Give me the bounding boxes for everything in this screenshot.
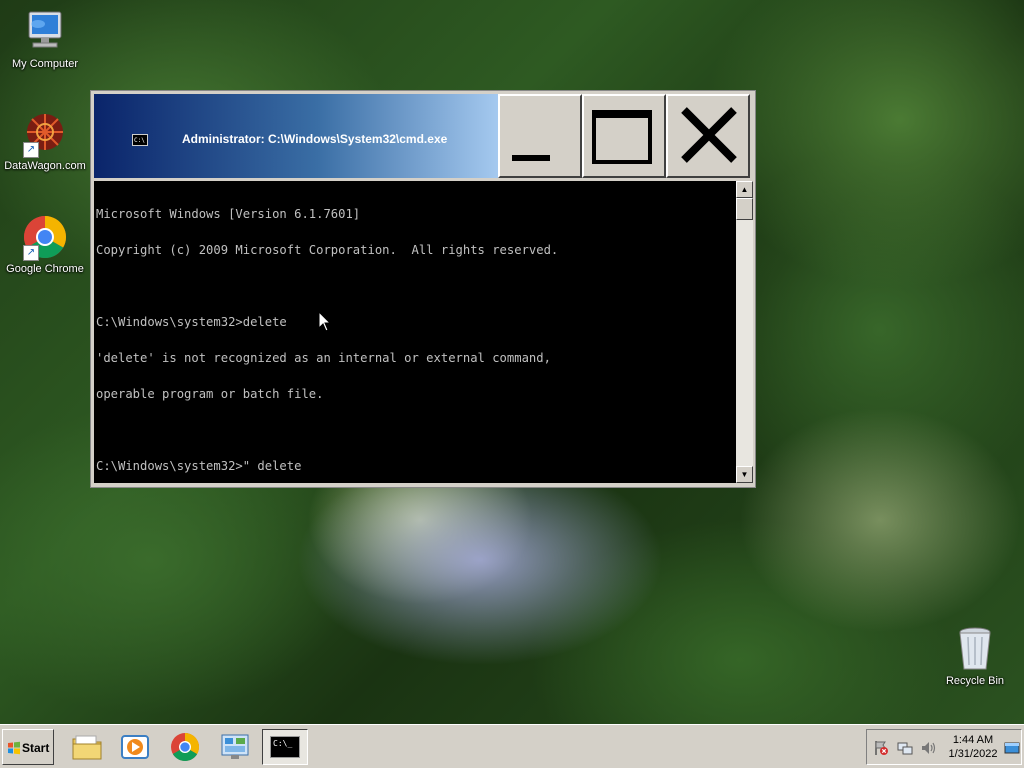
media-player-icon	[121, 735, 149, 759]
system-tray: 1:44 AM 1/31/2022	[866, 729, 1022, 765]
maximize-icon	[592, 110, 652, 164]
start-label: Start	[22, 741, 50, 755]
mouse-cursor-icon	[318, 311, 332, 332]
taskbar-chrome-button[interactable]	[162, 729, 208, 765]
scroll-down-button[interactable]: ▼	[736, 466, 753, 483]
minimize-button[interactable]	[498, 94, 582, 178]
console-line: Microsoft Windows [Version 6.1.7601]	[96, 207, 361, 221]
datawagon-logo-icon: ↗	[21, 110, 69, 158]
chrome-icon: ↗	[21, 213, 69, 261]
desktop-icon-my-computer[interactable]: My Computer	[0, 8, 90, 70]
start-button[interactable]: Start	[2, 729, 54, 765]
command-prompt-icon: C:\	[132, 134, 148, 146]
cmd-window[interactable]: C:\ Administrator: C:\Windows\System32\c…	[90, 90, 756, 488]
arrow-up-icon: ▲	[740, 185, 749, 194]
scrollbar-thumb[interactable]	[736, 198, 753, 220]
taskbar-explorer-button[interactable]	[64, 729, 110, 765]
vertical-scrollbar[interactable]: ▲ ▼	[736, 181, 753, 483]
console-line: C:\Windows\system32>delete	[96, 315, 287, 329]
control-panel-icon	[221, 734, 249, 759]
window-title: Administrator: C:\Windows\System32\cmd.e…	[182, 132, 448, 146]
volume-icon[interactable]	[921, 740, 937, 756]
desktop-icon-label: Recycle Bin	[945, 675, 1005, 687]
clock[interactable]: 1:44 AM 1/31/2022	[941, 733, 1005, 761]
clock-time: 1:44 AM	[952, 734, 994, 746]
desktop: My Computer ↗ DataWagon.com ↗ Google Chr…	[0, 0, 1024, 724]
command-prompt-icon: C:\_	[270, 736, 300, 758]
arrow-down-icon: ▼	[740, 470, 749, 479]
clock-date: 1/31/2022	[948, 748, 998, 760]
desktop-icon-label: My Computer	[11, 58, 79, 70]
shortcut-arrow-icon: ↗	[23, 245, 39, 261]
console-output[interactable]: Microsoft Windows [Version 6.1.7601] Cop…	[94, 181, 736, 483]
maximize-button[interactable]	[582, 94, 666, 178]
minimize-icon	[512, 155, 550, 161]
action-center-flag-icon[interactable]	[873, 740, 889, 756]
taskbar: Start C:\_ 1:44 AM 1/31/2022	[0, 724, 1024, 768]
console-line: 'delete' is not recognized as an interna…	[96, 351, 551, 365]
desktop-icon-label: Google Chrome	[6, 263, 84, 275]
close-button[interactable]	[666, 94, 750, 178]
show-desktop-icon[interactable]	[1004, 740, 1020, 756]
computer-icon	[21, 8, 69, 56]
desktop-icon-label: DataWagon.com	[4, 160, 86, 172]
taskbar-cmd-button[interactable]: C:\_	[262, 729, 308, 765]
network-icon[interactable]	[897, 740, 913, 756]
recycle-bin-icon	[951, 625, 999, 673]
console-line: operable program or batch file.	[96, 387, 324, 401]
desktop-icon-google-chrome[interactable]: ↗ Google Chrome	[0, 213, 90, 275]
chrome-icon	[171, 733, 200, 762]
scroll-up-button[interactable]: ▲	[736, 181, 753, 198]
shortcut-arrow-icon: ↗	[23, 142, 39, 158]
title-bar[interactable]: C:\ Administrator: C:\Windows\System32\c…	[94, 94, 500, 178]
windows-flag-icon	[8, 741, 20, 755]
folder-icon	[72, 735, 102, 760]
desktop-icon-datawagon[interactable]: ↗ DataWagon.com	[0, 110, 90, 172]
console-prompt-line[interactable]: C:\Windows\system32>" delete	[96, 460, 734, 472]
close-icon	[681, 107, 737, 163]
taskbar-control-panel-button[interactable]	[212, 729, 258, 765]
console-line: Copyright (c) 2009 Microsoft Corporation…	[96, 243, 559, 257]
taskbar-media-player-button[interactable]	[112, 729, 158, 765]
desktop-icon-recycle-bin[interactable]: Recycle Bin	[930, 625, 1020, 687]
